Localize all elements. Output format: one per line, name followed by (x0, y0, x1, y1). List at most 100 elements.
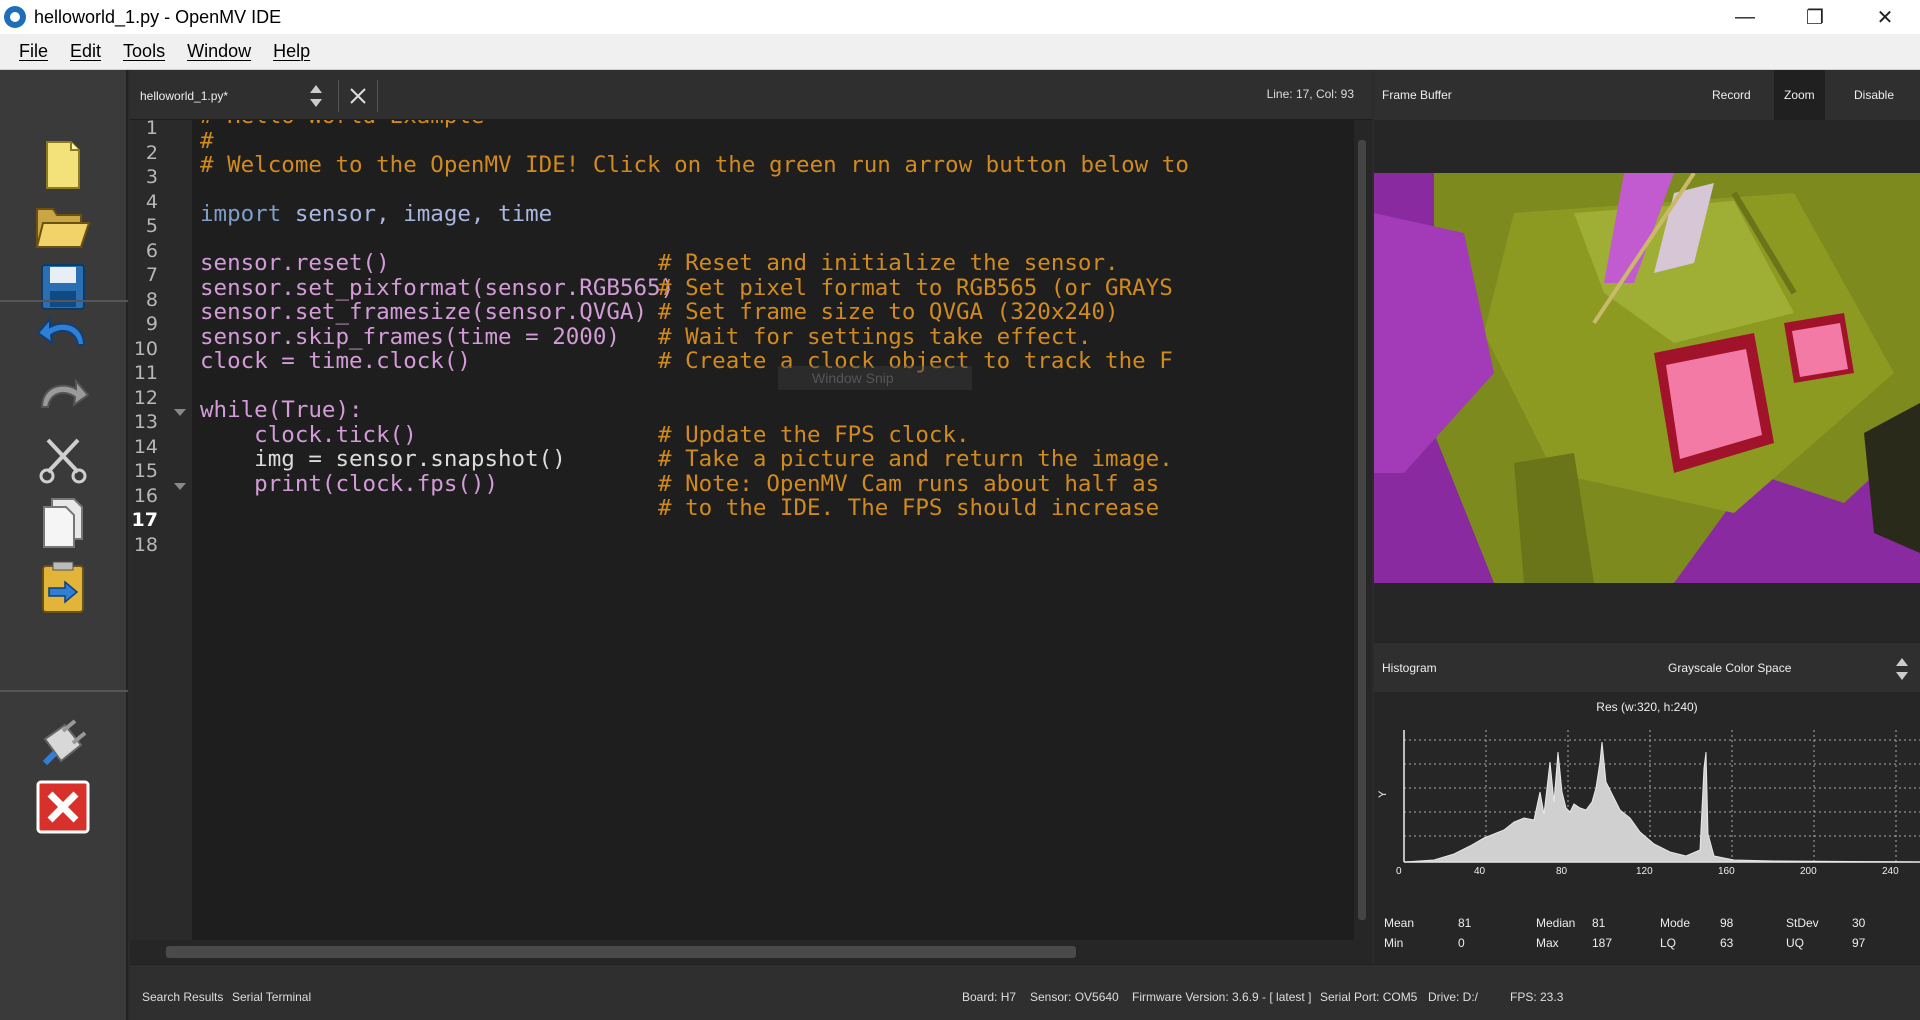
camera-frame-image (1374, 173, 1920, 583)
file-tab-label: helloworld_1.py* (140, 89, 229, 103)
window-snip-watermark: Window Snip (778, 366, 972, 390)
board-status[interactable]: Board: H7 (962, 990, 1016, 1004)
stat-label: LQ (1660, 936, 1677, 950)
scissors-icon (39, 438, 87, 484)
restore-icon[interactable]: ❐ (1780, 0, 1850, 34)
stat-label: StDev (1786, 916, 1819, 930)
close-file-button[interactable] (338, 80, 378, 112)
line-number: 18 (133, 534, 158, 556)
stat-label: Mean (1384, 916, 1415, 930)
menu-edit[interactable]: Edit (59, 41, 112, 62)
stat-value: 0 (1458, 936, 1465, 950)
x-tick-label: 160 (1718, 866, 1735, 877)
frame-buffer-header: Frame Buffer Record Zoom Disable (1374, 70, 1920, 120)
stat-value: 98 (1720, 916, 1734, 930)
sensor-status[interactable]: Sensor: OV5640 (1030, 990, 1119, 1004)
stat-value: 63 (1720, 936, 1734, 950)
title-bar: helloworld_1.py - OpenMV IDE — ❐ ✕ (0, 0, 1920, 34)
histogram-resolution: Res (w:320, h:240) (1596, 700, 1698, 714)
code-keyword: import (200, 201, 282, 227)
search-results-tab[interactable]: Search Results (142, 990, 223, 1004)
code-line: # Hello World Example (200, 120, 484, 131)
frame-buffer-title: Frame Buffer (1382, 88, 1452, 102)
new-file-icon (46, 141, 80, 189)
histogram-panel: Res (w:320, h:240) Y 0 40 80 120 160 200… (1374, 692, 1920, 964)
stop-button[interactable] (28, 774, 98, 840)
window-title: helloworld_1.py - OpenMV IDE (34, 6, 282, 27)
record-button[interactable]: Record (1702, 70, 1761, 120)
stat-label: Min (1384, 936, 1404, 950)
fps-status: FPS: 23.3 (1510, 990, 1564, 1004)
color-space-select[interactable]: Grayscale Color Space (1668, 661, 1791, 675)
updown-arrows-icon[interactable] (1894, 655, 1910, 683)
menu-tools[interactable]: Tools (112, 41, 176, 62)
serial-terminal-tab[interactable]: Serial Terminal (232, 990, 311, 1004)
redo-icon (40, 378, 90, 408)
close-window-icon[interactable]: ✕ (1850, 0, 1920, 34)
stat-value: 81 (1592, 916, 1606, 930)
copy-button[interactable] (28, 490, 98, 556)
code-line: print(clock.fps()) (200, 471, 499, 497)
stat-value: 30 (1852, 916, 1866, 930)
serial-port-status[interactable]: Serial Port: COM5 (1320, 990, 1417, 1004)
toolbar-separator (0, 690, 128, 692)
drive-status[interactable]: Drive: D:/ (1428, 990, 1478, 1004)
paste-button[interactable] (28, 554, 98, 620)
editor-header: helloworld_1.py* Line: 17, Col: 93 (130, 70, 1372, 120)
open-file-button[interactable] (28, 192, 98, 258)
menu-window[interactable]: Window (176, 41, 262, 62)
fold-arrow-icon[interactable] (174, 483, 186, 490)
updown-arrows-icon[interactable] (308, 82, 324, 110)
record-label: Record (1712, 88, 1751, 102)
histogram-plot: Y (1377, 730, 1920, 863)
histogram-header: Histogram Grayscale Color Space (1374, 642, 1920, 692)
y-axis-label: Y (1377, 790, 1389, 798)
scroll-thumb[interactable] (1358, 140, 1366, 920)
stat-value: 81 (1458, 916, 1472, 930)
code-comment: # to the IDE. The FPS should increase (658, 495, 1160, 521)
fold-arrow-icon[interactable] (174, 409, 186, 416)
disable-button[interactable]: Disable (1844, 70, 1904, 120)
copy-icon (43, 498, 83, 548)
scroll-thumb[interactable] (166, 946, 1076, 958)
open-folder-icon (35, 208, 91, 248)
undo-icon (36, 316, 86, 346)
disable-label: Disable (1854, 88, 1895, 102)
zoom-label: Zoom (1784, 88, 1815, 102)
code-text: sensor, image, time (281, 201, 553, 227)
file-selector[interactable]: helloworld_1.py* (130, 80, 330, 112)
histogram-curve (1403, 741, 1920, 863)
close-icon (350, 88, 366, 104)
left-toolbar (0, 70, 128, 1020)
x-tick-label: 200 (1800, 866, 1817, 877)
menu-file[interactable]: File (8, 41, 59, 62)
code-line: # Welcome to the OpenMV IDE! Click on th… (200, 152, 1189, 178)
cut-button[interactable] (28, 426, 98, 492)
stat-value: 187 (1592, 936, 1613, 950)
horizontal-scrollbar[interactable] (130, 940, 1372, 964)
stat-label: Median (1536, 916, 1576, 930)
frame-buffer-panel (1374, 120, 1920, 642)
x-tick-label: 0 (1396, 866, 1402, 877)
connect-button[interactable] (28, 710, 98, 776)
code-line: import sensor, image, time (200, 199, 552, 229)
histogram-title: Histogram (1382, 661, 1437, 675)
x-tick-label: 240 (1882, 866, 1899, 877)
menu-help[interactable]: Help (262, 41, 321, 62)
undo-button[interactable] (28, 300, 98, 366)
cursor-position: Line: 17, Col: 93 (1266, 87, 1354, 101)
zoom-button[interactable]: Zoom (1774, 70, 1825, 120)
x-axis-ticks: 0 40 80 120 160 200 240 (1396, 866, 1920, 880)
redo-button[interactable] (28, 362, 98, 428)
new-file-button[interactable] (28, 132, 98, 198)
paste-icon (42, 561, 84, 613)
stop-x-icon (36, 780, 90, 834)
vertical-scrollbar[interactable] (1354, 120, 1372, 940)
firmware-status[interactable]: Firmware Version: 3.6.9 - [ latest ] (1132, 990, 1311, 1004)
stat-label: Max (1536, 936, 1559, 950)
x-tick-label: 120 (1636, 866, 1653, 877)
stat-label: Mode (1660, 916, 1691, 930)
minimize-icon[interactable]: — (1710, 0, 1780, 34)
code-editor[interactable]: # Hello World Example # # Welcome to the… (192, 120, 1354, 940)
x-tick-label: 40 (1474, 866, 1486, 877)
